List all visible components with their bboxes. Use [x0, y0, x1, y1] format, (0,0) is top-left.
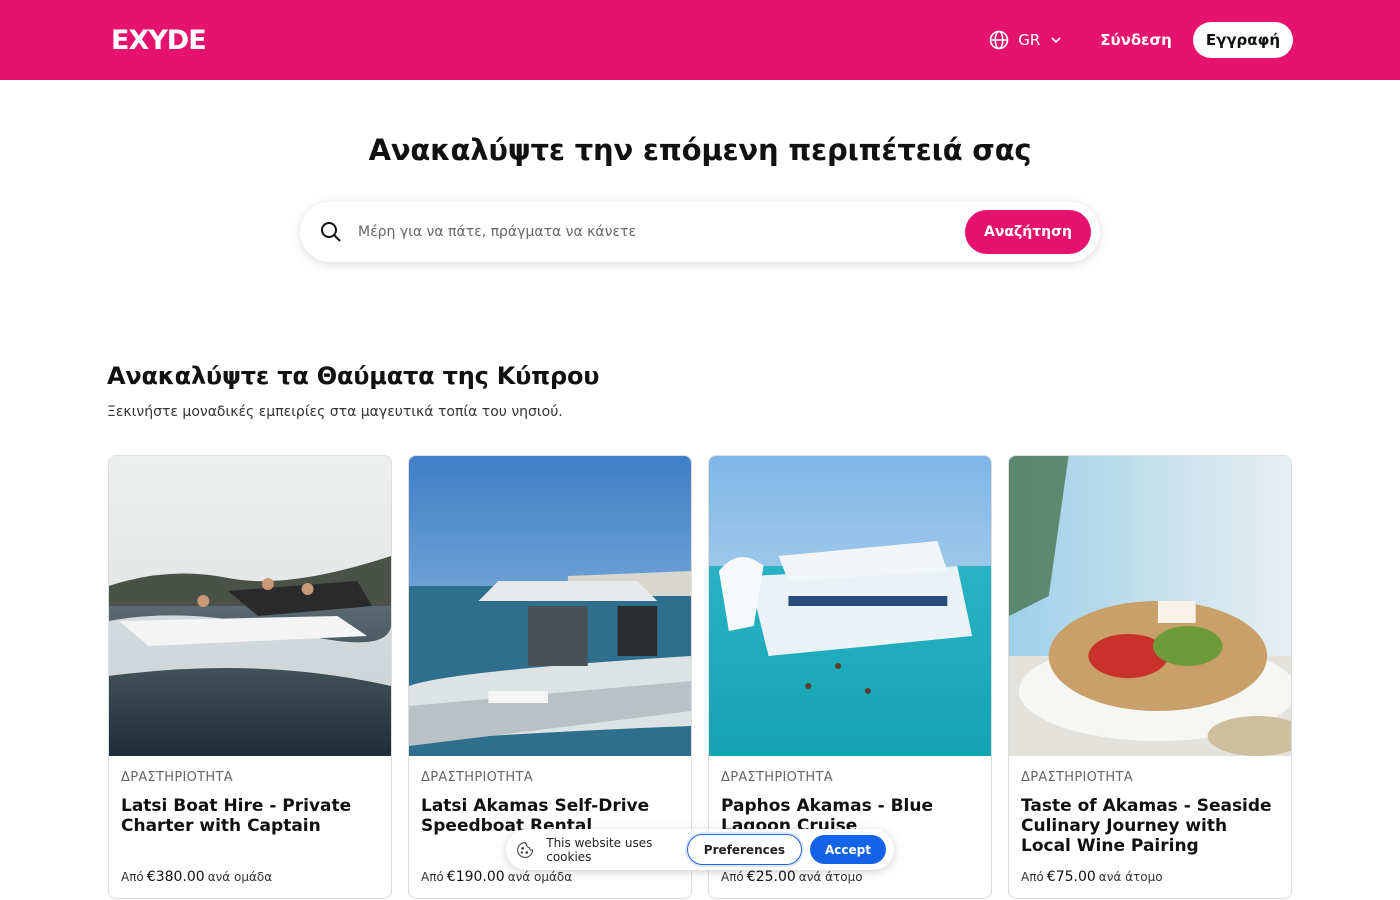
- cruise-boat-photo: [709, 456, 991, 756]
- activity-card[interactable]: ΔΡΑΣΤΗΡΙΟΤΗΤΑ Latsi Boat Hire - Private …: [108, 455, 392, 899]
- cookie-accept-button[interactable]: Accept: [810, 835, 886, 864]
- language-code: GR: [1018, 31, 1041, 49]
- cookie-message: This website uses cookies: [546, 835, 653, 864]
- card-price: Από €190.00 ανά ομάδα: [421, 869, 572, 885]
- search-input[interactable]: [358, 224, 965, 240]
- card-category: ΔΡΑΣΤΗΡΙΟΤΗΤΑ: [121, 770, 233, 785]
- price-amount: €25.00: [746, 869, 796, 885]
- language-selector[interactable]: GR: [989, 30, 1062, 50]
- card-category: ΔΡΑΣΤΗΡΙΟΤΗΤΑ: [421, 770, 533, 785]
- card-price: Από €25.00 ανά άτομο: [721, 869, 863, 885]
- card-title: Taste of Akamas - Seaside Culinary Journ…: [1021, 796, 1272, 856]
- chevron-down-icon: [1051, 37, 1061, 44]
- card-category: ΔΡΑΣΤΗΡΙΟΤΗΤΑ: [721, 770, 833, 785]
- hero-title: Ανακαλύψτε την επόμενη περιπέτειά σας: [368, 133, 1032, 167]
- signup-button[interactable]: Εγγραφή: [1192, 22, 1293, 58]
- exyde-logo[interactable]: EXYDE: [111, 25, 207, 56]
- price-prefix: Από: [1021, 870, 1044, 884]
- card-price: Από €380.00 ανά ομάδα: [121, 869, 272, 885]
- price-unit: ανά ομάδα: [207, 870, 273, 884]
- top-navigation-bar: EXYDE GR Σύνδεση Εγγραφή: [0, 0, 1400, 80]
- search-icon: [321, 222, 341, 242]
- speedboat-photo: [109, 456, 391, 756]
- price-amount: €380.00: [146, 869, 205, 885]
- greek-salad-photo: [1009, 456, 1291, 756]
- featured-section-header: Ανακαλύψτε τα Θαύματα της Κύπρου Ξεκινήσ…: [107, 362, 1293, 420]
- cookie-banner: This website uses cookies Preferences Ac…: [506, 829, 894, 870]
- price-amount: €190.00: [446, 869, 505, 885]
- price-unit: ανά άτομο: [1098, 870, 1163, 884]
- rib-boat-photo: [409, 456, 691, 756]
- search-button[interactable]: Αναζήτηση: [965, 210, 1091, 254]
- nav-actions: GR Σύνδεση Εγγραφή: [989, 22, 1293, 58]
- card-category: ΔΡΑΣΤΗΡΙΟΤΗΤΑ: [1021, 770, 1133, 785]
- card-price: Από €75.00 ανά άτομο: [1021, 869, 1163, 885]
- price-prefix: Από: [121, 870, 144, 884]
- globe-icon: [989, 30, 1009, 50]
- price-unit: ανά άτομο: [798, 870, 863, 884]
- cookie-preferences-button[interactable]: Preferences: [686, 834, 803, 865]
- section-subtitle: Ξεκινήστε μοναδικές εμπειρίες στα μαγευτ…: [107, 404, 563, 420]
- login-link[interactable]: Σύνδεση: [1100, 31, 1172, 49]
- card-title: Latsi Boat Hire - Private Charter with C…: [121, 796, 352, 836]
- price-prefix: Από: [721, 870, 744, 884]
- activity-card[interactable]: ΔΡΑΣΤΗΡΙΟΤΗΤΑ Taste of Akamas - Seaside …: [1008, 455, 1292, 899]
- price-prefix: Από: [421, 870, 444, 884]
- cookie-icon: [517, 841, 534, 858]
- price-unit: ανά ομάδα: [507, 870, 573, 884]
- section-title: Ανακαλύψτε τα Θαύματα της Κύπρου: [107, 362, 600, 390]
- search-bar: Αναζήτηση: [300, 202, 1100, 262]
- price-amount: €75.00: [1046, 869, 1096, 885]
